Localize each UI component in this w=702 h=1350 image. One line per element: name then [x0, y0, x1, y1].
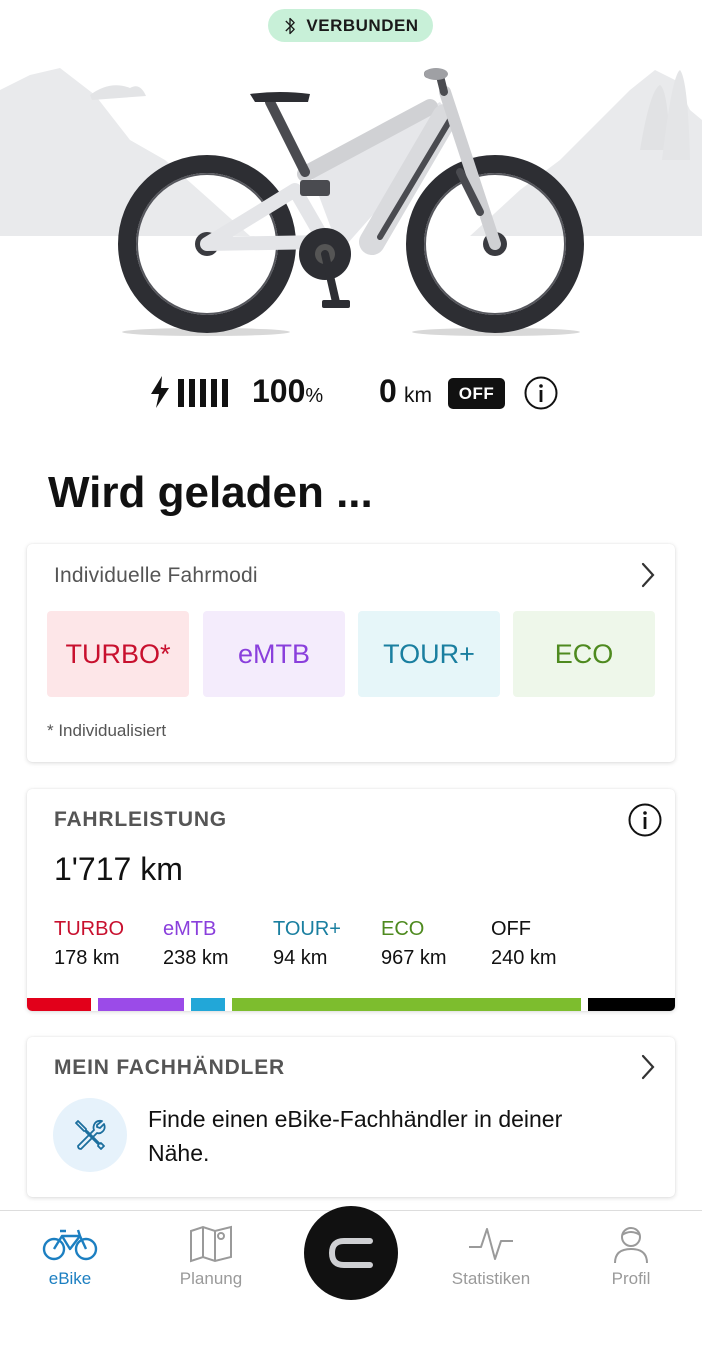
- range-value: 0: [379, 373, 397, 409]
- map-icon: [190, 1225, 232, 1263]
- mode-stat-name: TURBO: [54, 918, 124, 940]
- tools-icon: [75, 1119, 106, 1150]
- bosch-center-button[interactable]: [304, 1206, 398, 1300]
- mode-stat-emtb: eMTB 238 km: [163, 918, 229, 970]
- dealer-description: Finde einen eBike-Fachhändler in deiner …: [148, 1106, 563, 1166]
- mode-tile-eco[interactable]: ECO: [513, 611, 655, 697]
- info-icon[interactable]: [524, 376, 558, 410]
- battery-bar: [178, 379, 184, 407]
- profile-icon: [614, 1227, 648, 1263]
- nav-label: eBike: [48, 1269, 92, 1288]
- nav-label: Statistiken: [451, 1269, 531, 1288]
- mode-stat-eco: ECO 967 km: [381, 918, 447, 970]
- bike-icon: [42, 1229, 98, 1261]
- battery-percent-value: 100: [252, 373, 306, 409]
- range-unit: km: [404, 384, 432, 407]
- mode-stat-tour-plus: TOUR+ 94 km: [273, 918, 341, 970]
- connection-status-label: VERBUNDEN: [306, 15, 419, 35]
- battery-level-bars: [178, 379, 228, 407]
- mode-stat-name: TOUR+: [273, 918, 341, 940]
- nav-item-ebike[interactable]: eBike: [10, 1225, 130, 1289]
- dealer-card-title: MEIN FACHHÄNDLER: [54, 1056, 285, 1079]
- charging-bolt-icon: [151, 376, 169, 408]
- mode-stat-turbo: TURBO 178 km: [54, 918, 124, 970]
- ebike-illustration: [118, 68, 584, 333]
- mode-stat-off: OFF 240 km: [491, 918, 557, 970]
- mileage-distribution-bar: [27, 998, 675, 1011]
- battery-bar: [200, 379, 206, 407]
- mode-stat-name: OFF: [491, 918, 531, 940]
- mode-tile-turbo[interactable]: TURBO*: [47, 611, 189, 697]
- hero-bike-image: VERBUNDEN: [0, 0, 702, 350]
- mode-tile-label: TURBO*: [65, 638, 171, 669]
- bosch-logo-icon: [328, 1238, 373, 1268]
- mileage-segment: [588, 998, 675, 1011]
- customized-note: * Individualisiert: [47, 721, 167, 740]
- nav-label: Planung: [179, 1269, 243, 1288]
- battery-bar: [189, 379, 195, 407]
- battery-bar: [222, 379, 228, 407]
- mode-tile-label: eMTB: [237, 638, 310, 669]
- mode-stat-km: 967 km: [381, 947, 447, 969]
- mileage-card-title: FAHRLEISTUNG: [54, 808, 227, 831]
- battery-bar: [211, 379, 217, 407]
- total-mileage: 1'717 km: [54, 851, 183, 887]
- page-title: Wird geladen ...: [48, 468, 373, 517]
- chevron-right-icon[interactable]: [641, 1054, 655, 1080]
- battery-percent: 100%: [252, 373, 323, 410]
- activity-icon: [469, 1228, 513, 1260]
- modes-card-title: Individuelle Fahrmodi: [54, 564, 258, 587]
- mode-tile-label: TOUR+: [383, 638, 475, 669]
- dealer-card[interactable]: MEIN FACHHÄNDLER Finde einen eBike-Fachh…: [27, 1037, 675, 1197]
- mileage-segment: [98, 998, 185, 1011]
- mode-stat-km: 94 km: [273, 947, 328, 969]
- mileage-segment: [27, 998, 92, 1011]
- mileage-card: FAHRLEISTUNG 1'717 km TURBO 178 km eMTB …: [27, 789, 675, 1011]
- percent-sign: %: [305, 385, 324, 407]
- individual-modes-card[interactable]: Individuelle Fahrmodi TURBO* eMTB TOUR+ …: [27, 544, 675, 762]
- bike-status-row: 100% 0 km OFF: [0, 370, 702, 416]
- assist-mode-badge: OFF: [448, 378, 505, 409]
- bluetooth-icon: [285, 17, 296, 34]
- tools-icon-circle: [53, 1098, 127, 1172]
- nav-label: Profil: [611, 1269, 651, 1288]
- mode-stat-km: 238 km: [163, 947, 229, 969]
- info-icon[interactable]: [628, 803, 662, 837]
- mode-tile-emtb[interactable]: eMTB: [203, 611, 345, 697]
- chevron-right-icon[interactable]: [641, 562, 655, 588]
- mode-stat-name: eMTB: [163, 918, 217, 940]
- mode-tile-tour-plus[interactable]: TOUR+: [358, 611, 500, 697]
- mileage-segment: [232, 998, 582, 1011]
- mode-tile-label: ECO: [554, 638, 614, 669]
- nav-item-planung[interactable]: Planung: [151, 1225, 271, 1289]
- bottom-navigation: eBike Planung Statistiken Profil: [0, 1206, 702, 1350]
- nav-item-statistiken[interactable]: Statistiken: [431, 1225, 551, 1289]
- mode-stat-km: 178 km: [54, 947, 120, 969]
- mode-stat-name: ECO: [381, 918, 425, 940]
- mileage-segment: [191, 998, 226, 1011]
- mode-stat-km: 240 km: [491, 947, 557, 969]
- nav-item-profil[interactable]: Profil: [571, 1225, 691, 1289]
- connection-status-pill: VERBUNDEN: [268, 9, 433, 42]
